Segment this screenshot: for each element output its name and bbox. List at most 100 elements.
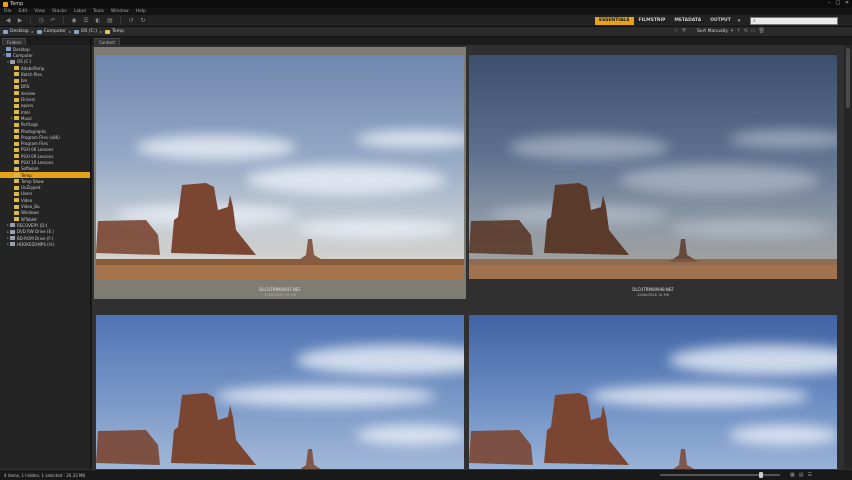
tree-item-label: Music <box>21 115 33 121</box>
refine-icon[interactable]: ☰ <box>82 17 90 24</box>
menu-bar: File Edit View Stacks Label Tools Window… <box>0 8 852 15</box>
scrollbar-thumb[interactable] <box>846 48 850 108</box>
tree-item-label: Temp <box>21 172 32 178</box>
rotate-right-icon[interactable]: ↻ <box>139 17 147 24</box>
thumbnail-item[interactable] <box>94 307 466 469</box>
slider-knob[interactable] <box>758 472 763 478</box>
menu-item-window[interactable]: Window <box>111 9 129 14</box>
output-icon[interactable]: ▤ <box>106 17 114 24</box>
menu-item-tools[interactable]: Tools <box>93 9 104 14</box>
folder-icon <box>14 72 19 77</box>
content-scrollbar[interactable] <box>844 45 852 469</box>
chevron-down-icon[interactable]: ▾ <box>731 28 734 34</box>
menu-item-view[interactable]: View <box>34 9 45 14</box>
toolbar-divider <box>30 17 31 24</box>
thumbnail-item[interactable]: DLCUTRM00948.NEF 4288x2848 18 MB <box>467 47 839 299</box>
list-view-icon[interactable]: ☰ <box>807 472 811 478</box>
thumbnail-meta: 4288x2848 18 MB <box>637 293 669 297</box>
folders-panel: Folders Desktop ▾ Computer ▾ OS (C:) AdobeTem… <box>0 37 91 469</box>
workspace-tab-output[interactable]: OUTPUT <box>706 17 735 25</box>
window-title: Temp <box>10 1 24 7</box>
workspace-menu-chevron-down-icon[interactable]: ▾ <box>736 17 743 25</box>
breadcrumb-label: Temp <box>111 29 124 34</box>
drive-icon <box>10 223 15 228</box>
details-view-icon[interactable]: ▤ <box>799 472 804 478</box>
back-icon[interactable]: ◀ <box>4 17 12 24</box>
menu-item-label[interactable]: Label <box>74 9 86 14</box>
maximize-icon[interactable]: □ <box>835 1 841 6</box>
tree-item-label: OS (C:) <box>17 59 32 65</box>
folder-icon <box>14 173 19 178</box>
folder-icon <box>14 110 19 115</box>
tree-item-label: PSXI 09 Lessons <box>21 153 54 159</box>
breadcrumb-label: OS (C:) <box>80 29 97 34</box>
workspace-switcher: ESSENTIALS FILMSTRIP METADATA OUTPUT ▾ <box>595 17 742 25</box>
recent-folders-icon[interactable]: ◷ <box>37 17 45 24</box>
tree-item-label: dnview <box>21 90 36 96</box>
star-icon[interactable]: ☆ <box>674 28 678 34</box>
rotate-left-icon[interactable]: ↺ <box>127 17 135 24</box>
menu-item-stacks[interactable]: Stacks <box>52 9 67 14</box>
breadcrumb-os-drive[interactable]: OS (C:) <box>73 29 97 34</box>
tree-item-label: BD-ROM Drive (F:) <box>17 235 54 241</box>
tree-item-label: WTablet <box>21 216 37 222</box>
folder-icon <box>14 122 19 127</box>
folder-icon <box>14 160 19 165</box>
filter-icon[interactable]: ⧩ <box>681 28 685 34</box>
grid-view-icon[interactable]: ▦ <box>790 472 795 478</box>
breadcrumb-temp[interactable]: Temp <box>104 29 124 34</box>
tree-item[interactable]: ▸ HOOKEDUMPS (H:) <box>0 241 90 247</box>
folder-tree: Desktop ▾ Computer ▾ OS (C:) AdobeTemp Batch f… <box>0 45 90 248</box>
drive-icon <box>10 242 15 247</box>
tree-item-label: bin <box>21 78 28 84</box>
search-input[interactable] <box>755 18 826 24</box>
folder-icon <box>14 141 19 146</box>
camera-icon[interactable]: ◉ <box>70 17 78 24</box>
boomerang-icon[interactable]: ↶ <box>49 17 57 24</box>
forward-icon[interactable]: ▶ <box>16 17 24 24</box>
thumbnail-size-slider[interactable] <box>660 472 780 478</box>
folder-icon <box>14 97 19 102</box>
tree-item-label: DRS <box>21 84 30 90</box>
tree-item-label: Program Files <box>21 141 48 147</box>
open-in-raw-icon[interactable]: ◐ <box>94 17 102 24</box>
breadcrumb-desktop[interactable]: Desktop <box>3 29 29 34</box>
breadcrumb-computer[interactable]: Computer <box>36 29 66 34</box>
computer-icon <box>6 47 11 52</box>
folder-icon <box>14 147 19 152</box>
tab-content[interactable]: Content <box>94 38 120 45</box>
rotate-icon[interactable]: ⟲ <box>744 28 748 34</box>
breadcrumb-label: Desktop <box>10 29 29 34</box>
menu-item-help[interactable]: Help <box>136 9 146 14</box>
thumbnail-meta: 4288x2848 18 MB <box>264 293 296 297</box>
photo-thumbnail <box>96 55 464 279</box>
sort-direction-icon[interactable]: ↑ <box>736 28 740 34</box>
workspace-tab-filmstrip[interactable]: FILMSTRIP <box>635 17 670 25</box>
tree-item-label: Program Files (x86) <box>21 134 60 140</box>
menu-item-file[interactable]: File <box>4 9 12 14</box>
folder-icon <box>104 29 110 34</box>
landscape-image <box>469 393 694 469</box>
workspace-tab-essentials[interactable]: ESSENTIALS <box>595 17 634 25</box>
minimize-icon[interactable]: – <box>826 1 832 6</box>
new-folder-icon[interactable]: ▭ <box>751 28 756 34</box>
delete-icon[interactable]: 🗑 <box>759 28 765 34</box>
path-tools: ☆ ⧩ Sort Manually ▾ ↑ ⟲ ▭ 🗑 <box>674 28 765 34</box>
toolbar: ◀ ▶ ◷ ↶ ◉ ☰ ◐ ▤ ↺ ↻ ESSENTIALS FILMSTRIP… <box>0 15 852 27</box>
search-box: ⌕ <box>750 17 838 25</box>
tree-item-label: DVD RW Drive (E:) <box>17 229 54 235</box>
folder-icon <box>14 179 19 184</box>
workspace-tab-metadata[interactable]: METADATA <box>670 17 705 25</box>
thumbnail-item[interactable]: DLCUTRM00947.NEF 4288x2848 18 MB <box>94 47 466 299</box>
folder-icon <box>14 217 19 222</box>
tree-item-label: Windows <box>21 210 39 216</box>
menu-item-edit[interactable]: Edit <box>19 9 28 14</box>
thumbnail-item[interactable] <box>467 307 839 469</box>
sort-dropdown[interactable]: Sort Manually <box>697 29 728 34</box>
tab-folders[interactable]: Folders <box>2 38 27 45</box>
content-panel: DLCUTRM00947.NEF 4288x2848 18 MB DLCUTRM… <box>92 45 852 469</box>
computer-icon <box>6 53 11 58</box>
drive-icon <box>10 236 15 241</box>
app-icon <box>3 1 8 7</box>
close-icon[interactable]: ✕ <box>844 1 850 6</box>
